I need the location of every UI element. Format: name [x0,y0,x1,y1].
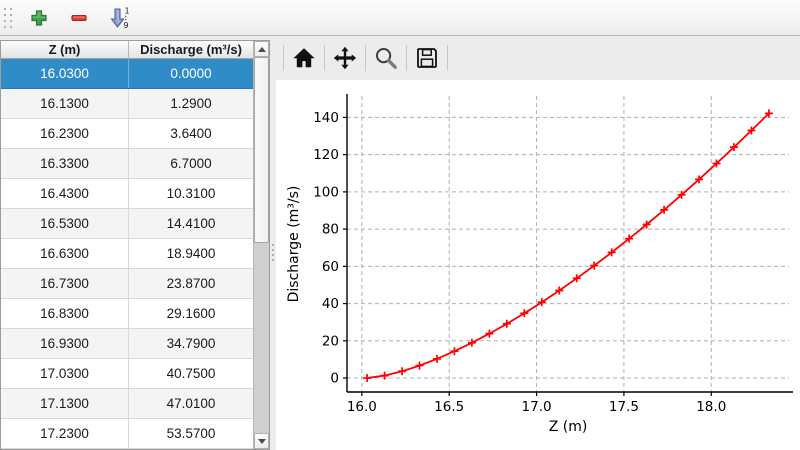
cell-z[interactable]: 17.2300 [1,419,129,448]
series-line [367,113,769,378]
table-row[interactable]: 16.430010.3100 [1,179,253,209]
splitter-grip-icon [272,244,274,264]
rating-curve-chart[interactable]: 16.0 16.5 17.0 17.5 18.0 0 20 40 60 80 100 120 140 Z … [276,80,800,450]
x-tick-label: 18.0 [696,399,726,415]
series-marker [503,320,511,328]
cell-z[interactable]: 16.0300 [1,59,129,88]
cell-discharge[interactable]: 6.7000 [129,149,253,178]
mpl-toolbar [276,36,800,80]
move-icon [333,46,357,70]
table-row[interactable]: 16.730023.8700 [1,269,253,299]
series-marker [485,330,493,338]
y-tick-label: 40 [322,296,339,312]
table-panel: Z (m) Discharge (m³/s) 16.03000.000016.1… [0,36,270,450]
toolbar-drag-handle[interactable] [4,7,12,29]
cell-z[interactable]: 16.3300 [1,149,129,178]
y-tick-label: 80 [322,222,339,238]
x-axis-label: Z (m) [549,419,588,435]
app-toolbar: 1 9 [0,0,800,36]
cell-z[interactable]: 16.1300 [1,89,129,118]
series-marker [433,355,441,363]
cell-z[interactable]: 16.2300 [1,119,129,148]
triangle-down-icon [258,439,266,444]
add-row-button[interactable] [26,5,52,31]
sort-bottom-digit: 9 [124,21,129,30]
scroll-down-button[interactable] [254,433,269,449]
x-tick-label: 17.0 [522,399,552,415]
cell-z[interactable]: 16.5300 [1,209,129,238]
scroll-up-button[interactable] [254,41,269,57]
cell-z[interactable]: 16.8300 [1,299,129,328]
plus-icon [30,9,48,27]
table-scrollbar[interactable] [253,41,269,449]
series-marker [468,339,476,347]
y-tick-label: 120 [313,147,339,163]
cell-discharge[interactable]: 10.3100 [129,179,253,208]
series-marker [398,367,406,375]
cell-z[interactable]: 16.4300 [1,179,129,208]
table-body: 16.03000.000016.13001.290016.23003.64001… [1,59,253,449]
cell-discharge[interactable]: 0.0000 [129,59,253,88]
table-row[interactable]: 16.530014.4100 [1,209,253,239]
home-button[interactable] [287,43,321,73]
y-tick-label: 140 [313,110,339,126]
table-row[interactable]: 16.13001.2900 [1,89,253,119]
cell-discharge[interactable]: 40.7500 [129,359,253,388]
y-tick-label: 0 [330,371,339,387]
table-header: Z (m) Discharge (m³/s) [1,41,253,59]
cell-discharge[interactable]: 47.0100 [129,389,253,418]
table-row[interactable]: 16.03000.0000 [1,59,253,89]
save-button[interactable] [410,43,444,73]
table-row[interactable]: 17.030040.7500 [1,359,253,389]
y-tick-label: 100 [313,184,339,200]
cell-discharge[interactable]: 29.1600 [129,299,253,328]
y-axis-label: Discharge (m³/s) [286,186,302,303]
sort-ascending-icon: 1 9 [108,6,130,30]
rating-table: Z (m) Discharge (m³/s) 16.03000.000016.1… [0,40,270,450]
sort-ascending-button[interactable]: 1 9 [106,5,132,31]
cell-z[interactable]: 17.0300 [1,359,129,388]
cell-discharge[interactable]: 34.7900 [129,329,253,358]
x-tick-label: 17.5 [609,399,639,415]
series-marker [416,362,424,370]
cell-z[interactable]: 16.6300 [1,239,129,268]
cell-z[interactable]: 16.7300 [1,269,129,298]
table-row[interactable]: 16.33006.7000 [1,149,253,179]
x-tick-label: 16.5 [434,399,464,415]
chart-panel: 16.0 16.5 17.0 17.5 18.0 0 20 40 60 80 100 120 140 Z … [276,36,800,450]
y-tick-label: 60 [322,259,339,275]
cell-discharge[interactable]: 1.2900 [129,89,253,118]
cell-z[interactable]: 17.1300 [1,389,129,418]
x-tick-label: 16.0 [347,399,377,415]
chart-canvas[interactable]: 16.0 16.5 17.0 17.5 18.0 0 20 40 60 80 100 120 140 Z … [276,80,800,450]
table-row[interactable]: 17.230053.5700 [1,419,253,449]
column-header-discharge[interactable]: Discharge (m³/s) [129,41,253,58]
column-header-z[interactable]: Z (m) [1,41,129,58]
save-icon [415,46,439,70]
table-row[interactable]: 16.23003.6400 [1,119,253,149]
home-icon [292,46,316,70]
y-tick-label: 20 [322,333,339,349]
table-row[interactable]: 16.630018.9400 [1,239,253,269]
series-marker [363,374,371,382]
cell-discharge[interactable]: 18.9400 [129,239,253,268]
sort-top-digit: 1 [125,6,130,15]
series-marker [381,372,389,380]
remove-row-button[interactable] [66,5,92,31]
minus-icon [70,9,88,27]
scrollbar-thumb[interactable] [254,57,269,243]
magnifier-icon [374,46,398,70]
series-marker [450,347,458,355]
table-row[interactable]: 16.930034.7900 [1,329,253,359]
cell-z[interactable]: 16.9300 [1,329,129,358]
cell-discharge[interactable]: 14.4100 [129,209,253,238]
pan-button[interactable] [328,43,362,73]
zoom-button[interactable] [369,43,403,73]
cell-discharge[interactable]: 53.5700 [129,419,253,448]
table-row[interactable]: 17.130047.0100 [1,389,253,419]
cell-discharge[interactable]: 23.8700 [129,269,253,298]
cell-discharge[interactable]: 3.6400 [129,119,253,148]
triangle-up-icon [258,47,266,52]
table-row[interactable]: 16.830029.1600 [1,299,253,329]
